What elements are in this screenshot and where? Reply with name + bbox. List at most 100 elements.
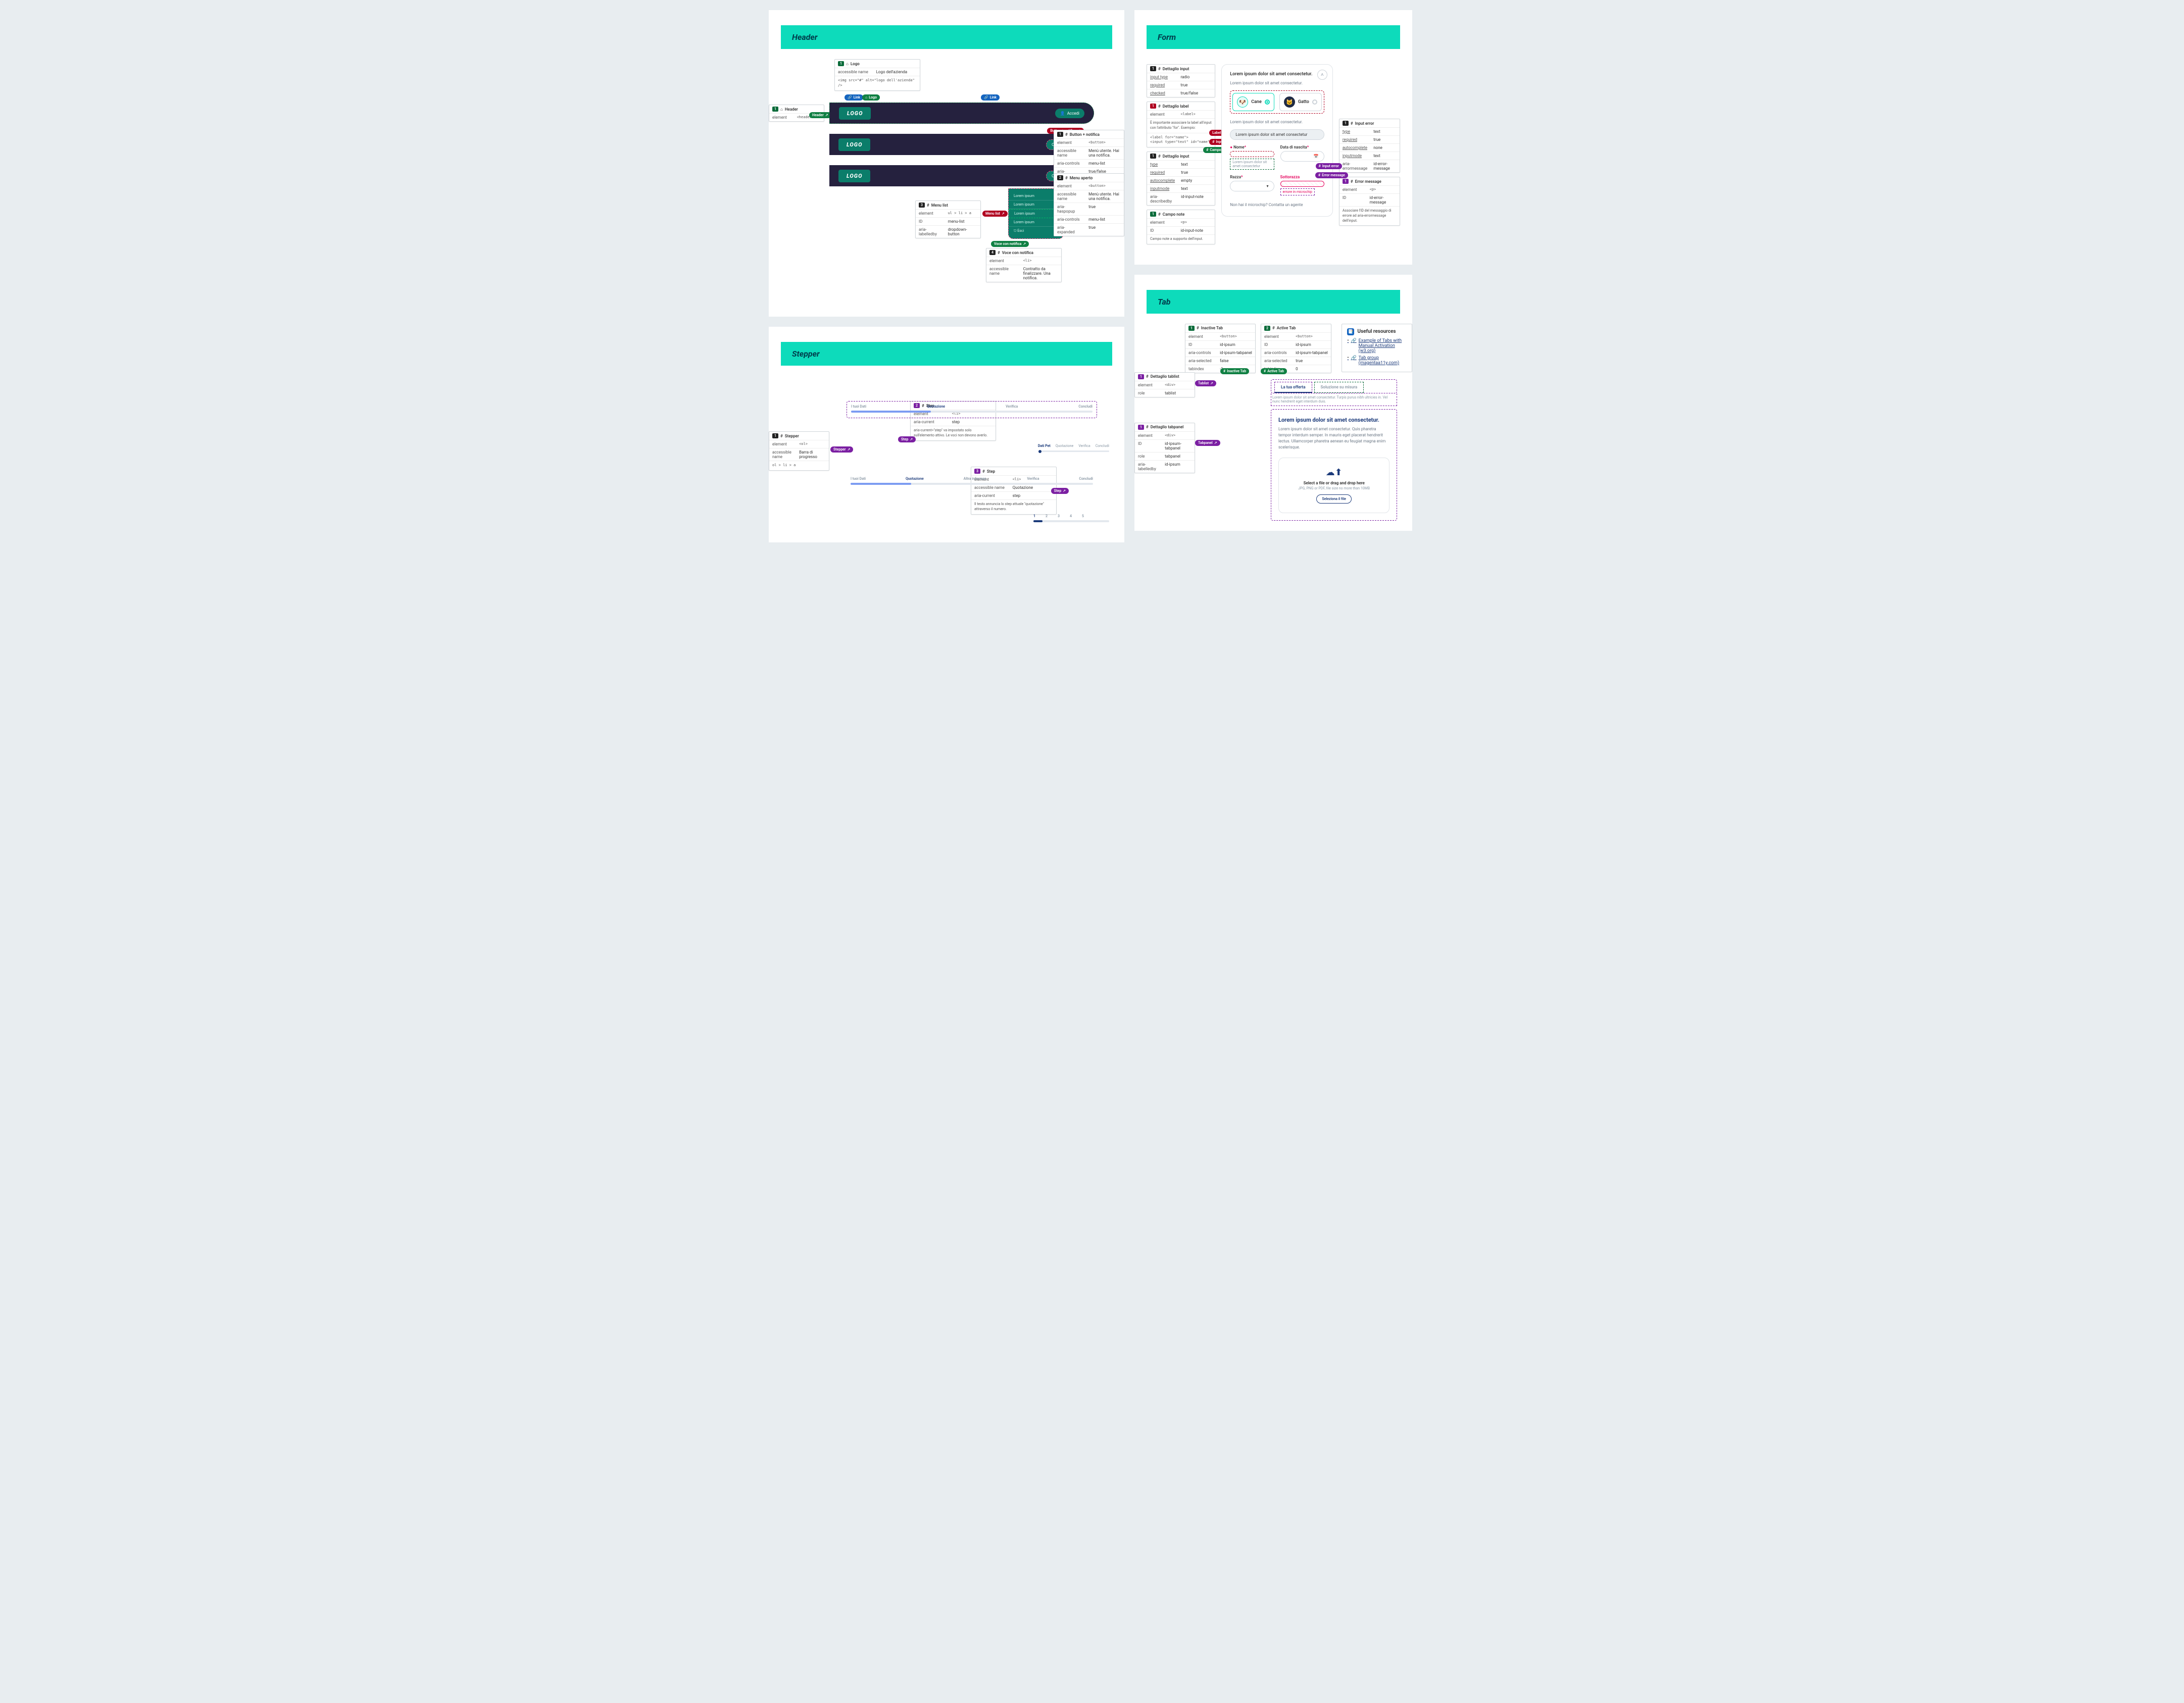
chip-link-2: 🔗Link [981,94,1000,101]
select-razza[interactable]: ▾ [1230,181,1274,191]
stepper-alt: I tuoi Dati Quotazione Altra informaz. V… [847,474,1097,490]
form-footer-link[interactable]: Non hai il microchip? Contatta un agente [1230,203,1324,207]
external-icon: ↗ [1023,242,1026,246]
tab-active[interactable]: La tua offerta [1274,382,1312,393]
radio-dot-icon [1265,99,1270,105]
hash-icon: # [1351,179,1353,184]
card-dett-input-radio: 1#Dettaglio input input typeradio requir… [1147,64,1215,97]
step-label[interactable]: Verifica [1027,477,1039,481]
step-label[interactable]: Concludi [1079,477,1093,481]
card-logo: 1⌂Logo accessible nameLogo dell'azienda … [834,59,920,91]
banner-form: Form [1147,25,1400,49]
chip-logo: ⌂Logo [862,94,880,101]
form-panel: ˄ Lorem ipsum dolor sit amet consectetur… [1221,64,1333,217]
link-icon: 🔗 [1351,338,1356,354]
card-menu-aperto: 2#Menu aperto element<button> accessible… [1054,173,1124,236]
hash-icon: # [1146,425,1149,429]
step-label[interactable]: Concludi [1078,405,1093,409]
upload-area[interactable]: ☁︎⬆ Select a file or drag and drop here … [1278,458,1389,513]
hash-icon: # [1197,326,1199,330]
step-label[interactable]: I tuoi Dati [851,405,866,409]
hash-icon: # [1212,140,1214,144]
card-button-notifica: 1#Button + notifica element<button> acce… [1054,130,1124,180]
logo-badge: LOGO [839,107,871,120]
dog-icon: 🐶 [1237,96,1248,108]
field-help-note: Lorem ipsum dolor sit amet consectetur [1230,159,1274,170]
chip-active-tab: #Active Tab [1261,368,1287,374]
upload-select-button[interactable]: Seleziona il file [1316,494,1352,504]
form-section-title: Lorem ipsum dolor sit amet consectetur. [1230,120,1324,124]
link-icon: 🔗 [1351,356,1356,366]
tabpanel-heading: Lorem ipsum dolor sit amet consectetur. [1278,417,1389,423]
card-inactive-tab: 1#Inactive Tab element<button> IDid-ipsu… [1185,324,1256,373]
calendar-icon: 📅 [1314,154,1319,159]
input-nome[interactable] [1230,151,1274,157]
radio-option-gatto[interactable]: 🐱 Gatto [1279,93,1322,111]
tabpanel-crumb: Lorem ipsum dolor sit amet consectetur. … [1271,393,1397,406]
user-icon: 👤 [1060,111,1065,116]
chip-tablist: Tablist↗ [1195,380,1216,386]
hash-icon: # [1272,326,1275,330]
banner-header: Header [781,25,1112,49]
upload-line-2: JPG, PNG or PDF, file size no more than … [1288,486,1380,490]
card-dett-label: 1#Dettaglio label element<label> È impor… [1147,102,1215,147]
stepper-mini-preview: Dati Pet Quotazione Verifica Concludi [1038,444,1109,448]
input-sottorazza-error[interactable] [1280,181,1324,187]
close-button[interactable]: ˄ [1317,70,1327,80]
logo-badge-2: LOGO [838,138,870,151]
chip-link: 🔗Link [845,94,863,101]
hash-icon: # [1351,121,1353,126]
card-stepper: 1#Stepper element<ol> accessible nameBar… [769,431,829,471]
card-resources: 📑Useful resources 🔗Example of Tabs with … [1342,324,1412,372]
filled-text-input[interactable]: Lorem ipsum dolor sit amet consectetur [1230,129,1324,140]
card-menu-list: 3#Menu list elementul > li > a IDmenu-li… [915,201,981,238]
step-label-active[interactable]: Quotazione [927,405,945,409]
label-nascita: Data di nascita* [1280,145,1324,149]
card-campo-note: 1#Campo note element<p> IDid-input-note … [1147,210,1215,244]
resources-icon: 📑 [1347,328,1354,335]
stepper-main: I tuoi Dati Quotazione Verifica Concludi [847,401,1097,418]
step-label[interactable]: Verifica [1006,405,1018,409]
label-razza: Razza* [1230,175,1274,179]
card-dett-input-text: 1#Dettaglio input typetext requiredtrue … [1147,152,1215,206]
external-icon: ↗ [910,437,913,441]
card-input-error: 1#Input error typetext requiredtrue auto… [1339,119,1401,173]
form-subtitle: Lorem ipsum dolor sit amet consectetur. [1230,81,1324,85]
tab-inactive[interactable]: Soluzione su misura [1314,382,1364,393]
resource-link[interactable]: 🔗Tab group (magentaa11y.com) [1347,356,1407,366]
banner-tab: Tab [1147,290,1400,314]
external-icon: ↗ [1214,441,1217,445]
link-icon: 🔗 [984,95,988,99]
input-date[interactable]: 📅 [1280,151,1324,162]
hash-icon: # [1158,212,1161,217]
header-bar-1: LOGO 👤Accedi [829,103,1094,124]
step-label-active[interactable]: Quotazione [906,477,924,481]
section-form: Form 1#Dettaglio input input typeradio r… [1134,10,1412,265]
step-number[interactable]: 3 [1058,514,1060,518]
tablist: La tua offerta Soluzione su misura [1271,379,1397,393]
section-stepper: Stepper 1#Stepper element<ol> accessible… [769,327,1124,542]
step-number[interactable]: 4 [1070,514,1072,518]
external-icon: ↗ [1002,212,1005,216]
link-icon: 🔗 [848,95,852,99]
resource-link[interactable]: 🔗Example of Tabs with Manual Activation … [1347,338,1407,354]
upload-icon: ☁︎⬆ [1288,467,1380,478]
step-number[interactable]: 2 [1046,514,1048,518]
chip-menu-list: Menu list↗ [982,211,1008,217]
hash-icon: # [1146,374,1149,379]
accedi-button[interactable]: 👤Accedi [1055,109,1084,118]
hash-icon: # [1318,173,1320,177]
home-icon: ⌂ [846,62,849,66]
step-label[interactable]: Altra informaz. [964,477,987,481]
step-number[interactable]: 5 [1082,514,1084,518]
banner-stepper: Stepper [781,342,1112,366]
step-label[interactable]: I tuoi Dati [851,477,866,481]
hash-icon: # [1065,176,1068,180]
hash-icon: # [1158,154,1161,159]
field-error-message: errore in microchip [1280,188,1315,195]
radio-option-cane[interactable]: 🐶 Cane [1232,93,1274,111]
step-number[interactable]: 1 [1033,514,1035,518]
hash-icon: # [1158,67,1161,71]
chip-error-message: #Error message [1315,172,1348,178]
hash-icon: # [1264,369,1266,373]
